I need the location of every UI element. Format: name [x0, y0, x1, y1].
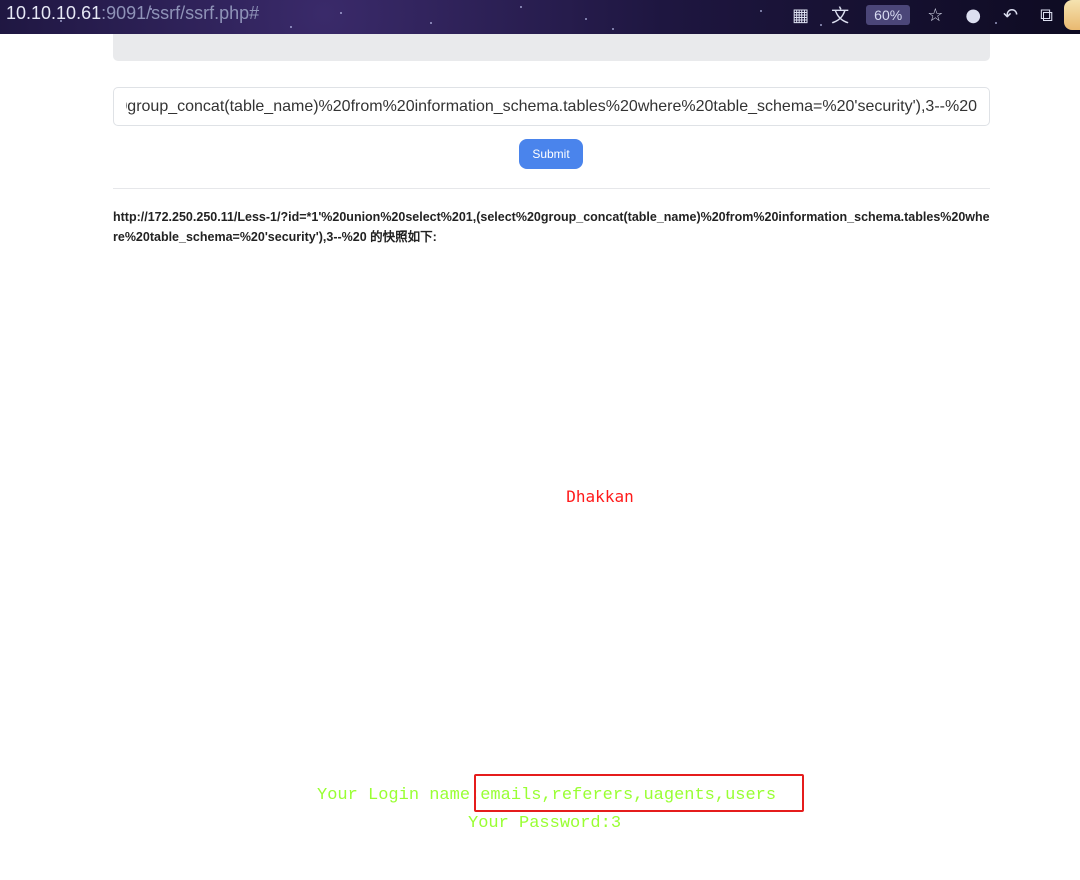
annotation-highlight-box — [474, 774, 804, 812]
page-heading: Dhakkan — [566, 487, 634, 506]
toolbar-icons: ▦ 文 60% ☆ ● ↶ ⧉ — [781, 0, 1080, 30]
browser-toolbar: 10.10.10.61:9091/ssrf/ssrf.php# ▦ 文 60% … — [0, 0, 1080, 34]
top-panel — [113, 34, 990, 61]
login-name-label: Your Login name: — [317, 786, 481, 805]
password-label: Your Password: — [468, 814, 611, 833]
divider — [113, 188, 990, 189]
snapshot-result-text: http://172.250.250.11/Less-1/?id=*1'%20u… — [113, 210, 990, 244]
address-bar[interactable]: 10.10.10.61:9091/ssrf/ssrf.php# — [6, 2, 259, 24]
url-input[interactable] — [113, 87, 990, 126]
extension-circle-icon[interactable]: ● — [965, 5, 981, 26]
address-path: :9091/ssrf/ssrf.php# — [101, 3, 260, 23]
password-value: 3 — [610, 814, 622, 833]
back-arrow-icon[interactable]: ↶ — [1003, 5, 1018, 26]
bookmark-star-icon[interactable]: ☆ — [927, 5, 943, 26]
puzzle-extension-icon[interactable]: ⧉ — [1040, 5, 1053, 26]
avatar[interactable] — [1064, 0, 1080, 30]
password-line: Your Password:3 — [468, 814, 621, 833]
submit-button[interactable]: Submit — [519, 139, 583, 169]
translate-icon[interactable]: 文 — [831, 2, 849, 28]
zoom-level-badge[interactable]: 60% — [866, 5, 911, 25]
address-host: 10.10.10.61 — [6, 3, 102, 23]
qr-code-icon[interactable]: ▦ — [792, 5, 809, 26]
